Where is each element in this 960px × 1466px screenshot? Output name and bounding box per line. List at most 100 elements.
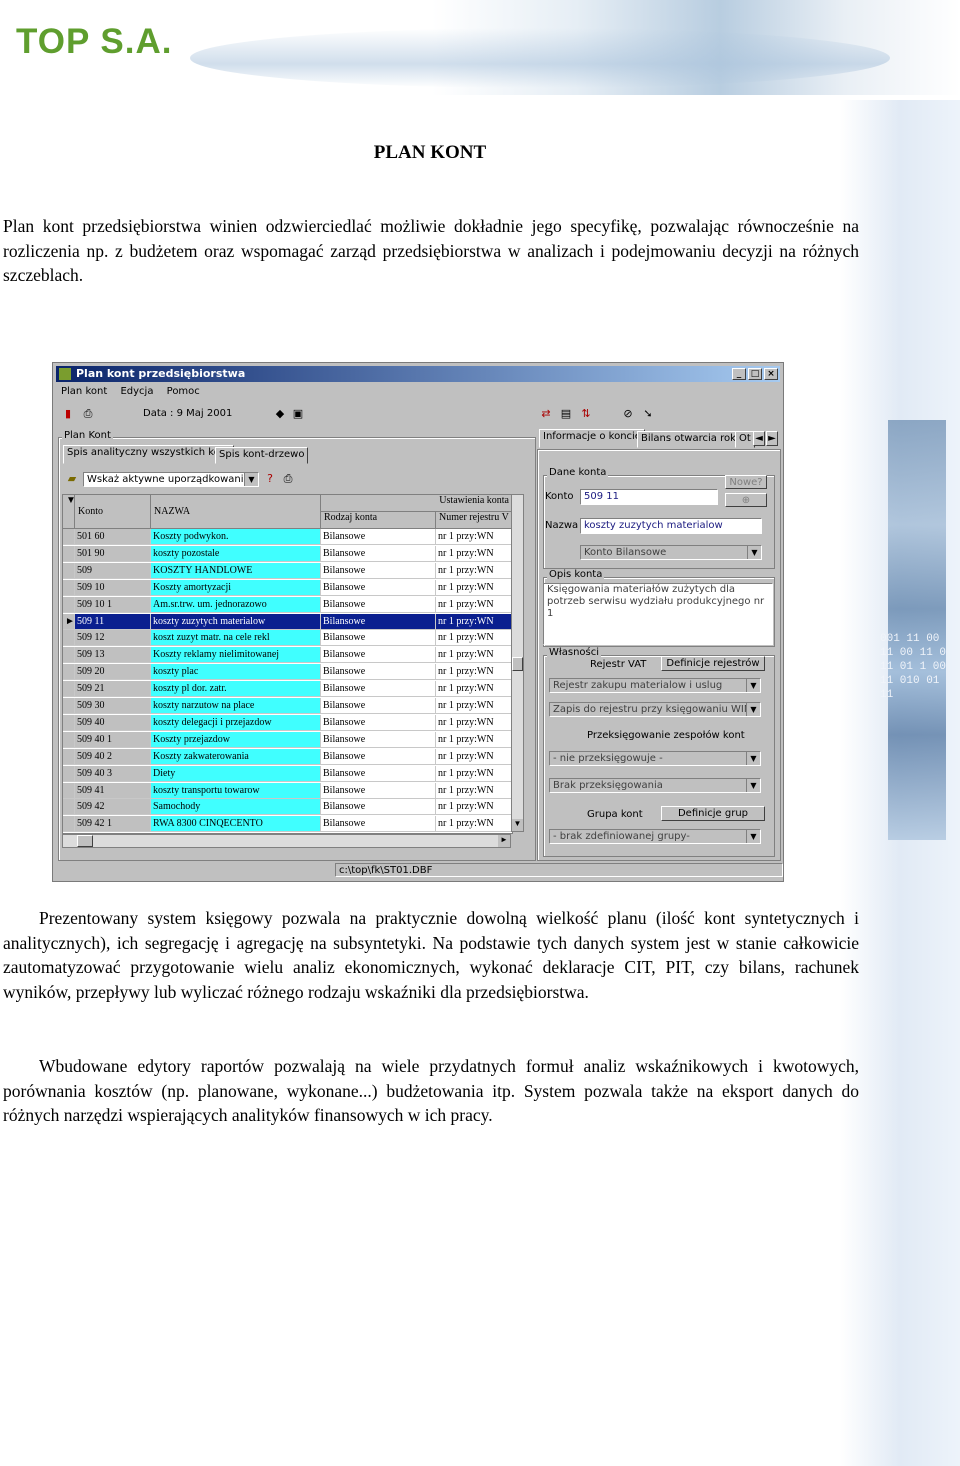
- chevron-down-icon[interactable]: ▼: [746, 752, 760, 765]
- table-row[interactable]: 509 21 koszty pl dor. zatr. Bilansowe nr 1 …: [63, 681, 512, 698]
- hscroll-thumb[interactable]: [77, 835, 93, 847]
- menu-edycja[interactable]: Edycja: [120, 386, 153, 397]
- company-logo: TOP S.A.: [16, 22, 173, 61]
- konto-field[interactable]: 509 11: [580, 489, 718, 505]
- document-icon[interactable]: ▤: [559, 407, 573, 421]
- table-row[interactable]: 509 13 Koszty reklamy nielimitowanej Bilan…: [63, 647, 512, 664]
- cell-numer: nr 1 przy:WN: [436, 562, 512, 579]
- cell-konto: 501 60: [75, 529, 151, 545]
- minimize-icon[interactable]: _: [732, 368, 746, 380]
- cell-nazwa: Koszty przejazdow: [151, 731, 321, 748]
- table-row[interactable]: 509 40 2 Koszty zakwaterowania Bilansowe nr…: [63, 748, 512, 766]
- cell-rodzaj: Bilansowe: [321, 765, 436, 782]
- col-rodzaj[interactable]: Rodzaj konta: [321, 512, 436, 529]
- tab-spis-analityczny[interactable]: Spis analityczny wszystkich kont: [63, 445, 235, 464]
- zapis-value: Zapis do rejestru przy księgowaniu WINIE…: [553, 704, 761, 715]
- table-row[interactable]: 509 30 koszty narzutow na place Bilansowe n…: [63, 698, 512, 715]
- cell-numer: nr 1 przy:WN: [436, 714, 512, 731]
- tab-informacje[interactable]: Informacje o koncie: [539, 429, 645, 448]
- definicje-rejestrow-button[interactable]: Definicje rejestrów: [661, 656, 765, 671]
- cell-numer: nr 1 przy:WN: [436, 545, 512, 562]
- print-icon[interactable]: ⎙: [81, 407, 95, 421]
- nowe-button[interactable]: Nowe?: [725, 475, 767, 489]
- maximize-icon[interactable]: □: [748, 368, 762, 380]
- nazwa-field[interactable]: koszty zuzytych materialow: [580, 518, 762, 534]
- zapis-select[interactable]: Zapis do rejestru przy księgowaniu WINIE…: [549, 702, 761, 717]
- tab-spis-drzewo[interactable]: Spis kont-drzewo: [215, 447, 309, 464]
- table-row[interactable]: 509 41 koszty transportu towarow Bilansowe…: [63, 782, 512, 800]
- table-row[interactable]: 509 12 koszt zuzyt matr. na cele rekl Bila…: [63, 630, 512, 647]
- cancel-icon[interactable]: ⊘: [621, 407, 635, 421]
- konto-type-select[interactable]: Konto Bilansowe ▼: [580, 545, 762, 560]
- transfer-icon[interactable]: ⇄: [539, 407, 553, 421]
- close-icon[interactable]: ×: [764, 368, 778, 380]
- menu-pomoc[interactable]: Pomoc: [167, 386, 200, 397]
- scroll-right-icon[interactable]: ►: [498, 835, 510, 847]
- tab-scroll-left-icon[interactable]: ◄: [753, 431, 765, 446]
- table-row[interactable]: 509 42 1 RWA 8300 CINQECENTO Bilansowe nr 1…: [63, 816, 512, 833]
- cell-nazwa: koszty pozostale: [151, 545, 321, 562]
- sort-icon[interactable]: ⇅: [579, 407, 593, 421]
- cell-rodzaj: Bilansowe: [321, 579, 436, 596]
- table-row[interactable]: 509 KOSZTY HANDLOWE Bilansowe nr 1 przy:WN: [63, 562, 512, 580]
- filter-icon[interactable]: ◆: [273, 407, 287, 421]
- cell-numer: nr 1 przy:WN: [436, 816, 512, 833]
- grupa-select[interactable]: - brak zdefiniowanej grupy- ▼: [549, 829, 761, 844]
- chevron-down-icon[interactable]: ▼: [746, 679, 760, 692]
- window-titlebar: Plan kont przedsiębiorstwa _ □ ×: [56, 366, 780, 382]
- sort-order-select[interactable]: Wskaż aktywne uporządkowanie ▼: [83, 472, 259, 487]
- table-row[interactable]: 509 40 3 Diety Bilansowe nr 1 przy:WN: [63, 765, 512, 783]
- row-indicator: [63, 714, 75, 731]
- document-title: PLAN KONT: [373, 142, 487, 163]
- row-indicator: [63, 765, 75, 782]
- cell-konto: 509 42: [75, 799, 151, 816]
- tab-scroll-right-icon[interactable]: ►: [766, 431, 778, 446]
- cell-konto: 509 21: [75, 681, 151, 698]
- horizontal-scrollbar[interactable]: ►: [62, 834, 511, 848]
- chevron-down-icon[interactable]: ▼: [746, 779, 760, 792]
- menu-plan-kont[interactable]: Plan kont: [61, 386, 107, 397]
- table-row[interactable]: 509 10 1 Am.sr.trw. um. jednorazowo Bilans…: [63, 596, 512, 614]
- tab-ot[interactable]: Ot: [735, 431, 755, 448]
- print-list-icon[interactable]: ⎙: [281, 472, 295, 486]
- chevron-down-icon[interactable]: ▼: [746, 703, 760, 716]
- table-row[interactable]: 509 20 koszty plac Bilansowe nr 1 przy:WN: [63, 664, 512, 681]
- table-row[interactable]: 509 42 Samochody Bilansowe nr 1 przy:WN: [63, 799, 512, 816]
- save-icon[interactable]: ▣: [291, 407, 305, 421]
- cell-konto: 509 13: [75, 647, 151, 664]
- table-row[interactable]: 509 10 Koszty amortyzacji Bilansowe nr 1 pr…: [63, 579, 512, 597]
- brak-przeksiegowania-select[interactable]: Brak przeksięgowania ▼: [549, 778, 761, 793]
- pointer-icon[interactable]: ➘: [641, 407, 655, 421]
- opis-konta-text[interactable]: Księgowania materiałów zużytych dla potr…: [543, 583, 773, 645]
- przeksiegowanie-select[interactable]: - nie przeksięgowuje - ▼: [549, 751, 761, 766]
- decorative-binary-text: 001 11 00 11 00 11 0 11 01 1 00 11 010 0…: [880, 633, 947, 701]
- tab-bilans-otwarcia[interactable]: Bilans otwarcia roku: [637, 431, 746, 448]
- wlasnosci-label: Własności: [547, 647, 602, 658]
- chevron-down-icon[interactable]: ▼: [746, 830, 760, 843]
- scrollbar-thumb[interactable]: [512, 657, 523, 671]
- confirm-icon[interactable]: ⊕: [725, 493, 767, 507]
- cell-nazwa: Koszty zakwaterowania: [151, 748, 321, 765]
- cell-numer: nr 1 przy:WN: [436, 647, 512, 664]
- row-indicator: [63, 731, 75, 748]
- col-nazwa[interactable]: NAZWA: [151, 495, 321, 529]
- table-row[interactable]: 509 40 1 Koszty przejazdow Bilansowe nr 1 p…: [63, 731, 512, 749]
- cell-rodzaj: Bilansowe: [321, 731, 436, 748]
- table-row[interactable]: ► 509 11 koszty zuzytych materialow Bilanso…: [63, 613, 512, 631]
- help-filter-icon[interactable]: ?: [263, 472, 277, 486]
- row-indicator: [63, 748, 75, 765]
- col-konto[interactable]: Konto: [75, 495, 151, 529]
- table-row[interactable]: 509 40 koszty delegacji i przejazdow Bilan…: [63, 714, 512, 732]
- definicje-grup-button[interactable]: Definicje grup: [661, 806, 765, 821]
- chevron-down-icon[interactable]: ▼: [747, 546, 761, 559]
- chevron-down-icon[interactable]: ▼: [244, 473, 258, 486]
- cell-rodzaj: Bilansowe: [321, 529, 436, 545]
- vertical-scrollbar[interactable]: ▼: [511, 494, 524, 832]
- col-numer[interactable]: Numer rejestru V: [436, 512, 512, 529]
- rejestr-select[interactable]: Rejestr zakupu materialow i uslug ▼: [549, 678, 761, 693]
- table-row[interactable]: 501 90 koszty pozostale Bilansowe nr 1 przy…: [63, 545, 512, 563]
- folder-icon[interactable]: ▰: [65, 472, 79, 486]
- table-row[interactable]: 501 60 Koszty podwykon. Bilansowe nr 1 przy…: [63, 529, 512, 546]
- scroll-down-icon[interactable]: ▼: [512, 819, 523, 831]
- exit-icon[interactable]: ▮: [61, 407, 75, 421]
